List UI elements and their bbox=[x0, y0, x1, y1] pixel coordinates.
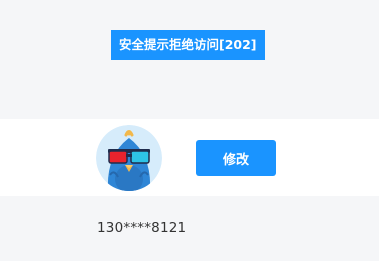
phone-row: 130****8121 bbox=[0, 204, 379, 261]
edit-button[interactable]: 修改 bbox=[196, 140, 276, 176]
avatar-row: 修改 bbox=[0, 119, 379, 196]
bird-avatar-icon bbox=[96, 125, 162, 191]
security-alert-badge: 安全提示拒绝访问[202] bbox=[111, 30, 265, 60]
user-avatar[interactable] bbox=[96, 125, 162, 191]
alert-area: 安全提示拒绝访问[202] bbox=[0, 0, 379, 119]
bottom-row bbox=[0, 261, 379, 279]
divider bbox=[0, 196, 379, 204]
phone-number: 130****8121 bbox=[97, 220, 187, 236]
